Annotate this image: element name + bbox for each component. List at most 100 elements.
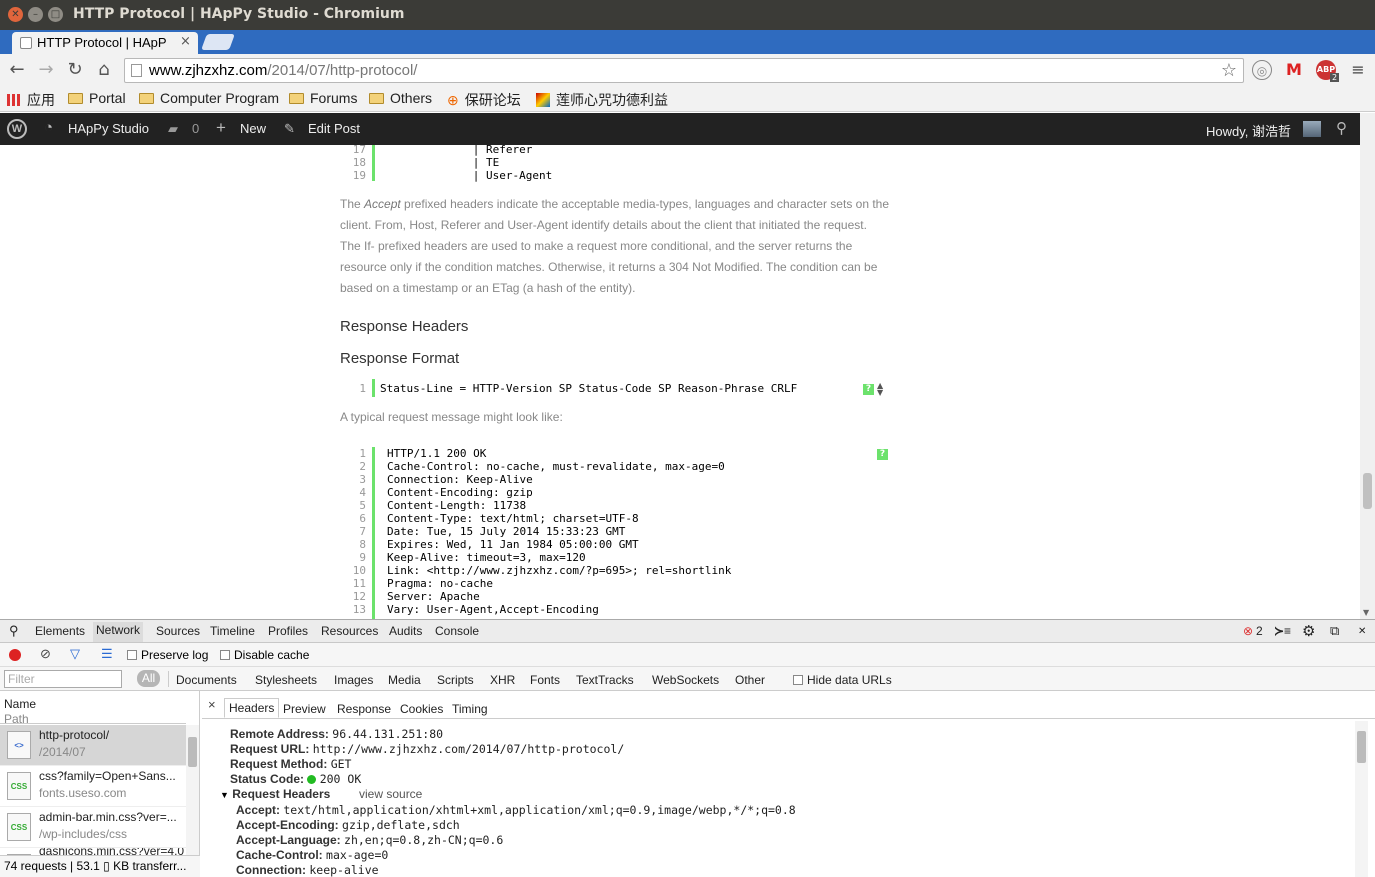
- bookmark-star-icon[interactable]: ☆: [1221, 60, 1237, 81]
- scrollbar-thumb[interactable]: [1363, 473, 1372, 509]
- filter-all-button[interactable]: All: [137, 670, 160, 687]
- comments-icon[interactable]: ▰: [168, 121, 178, 137]
- filter-stylesheets[interactable]: Stylesheets: [255, 673, 317, 687]
- browser-tab[interactable]: HTTP Protocol | HApP ×: [12, 32, 198, 54]
- request-headers-section[interactable]: ▼ Request Headers: [220, 787, 330, 801]
- request-name: css?family=Open+Sans...: [39, 769, 176, 783]
- wp-site-name[interactable]: HApPy Studio: [68, 121, 149, 136]
- bookmark-folder-forums[interactable]: Forums: [289, 90, 357, 106]
- disable-cache-checkbox[interactable]: Disable cache: [220, 648, 309, 662]
- filter-documents[interactable]: Documents: [176, 673, 237, 687]
- window-minimize-button[interactable]: –: [28, 7, 43, 22]
- home-icon[interactable]: ⌂: [93, 59, 115, 80]
- error-icon[interactable]: ⊗: [1243, 624, 1253, 638]
- request-row[interactable]: CSS admin-bar.min.css?ver=... /wp-includes…: [0, 807, 186, 848]
- filter-websockets[interactable]: WebSockets: [652, 673, 719, 687]
- request-list-scrollbar[interactable]: [186, 725, 199, 855]
- tab-profiles[interactable]: Profiles: [268, 624, 308, 638]
- code-line: | User-Agent: [380, 169, 553, 182]
- wordpress-logo-icon[interactable]: W: [7, 119, 27, 139]
- request-row[interactable]: CSS css?family=Open+Sans... fonts.useso.co…: [0, 766, 186, 807]
- tab-headers[interactable]: Headers: [224, 698, 280, 718]
- tab-sources[interactable]: Sources: [156, 624, 200, 638]
- tab-resources[interactable]: Resources: [321, 624, 378, 638]
- filter-icon[interactable]: ▽: [70, 646, 80, 662]
- tab-timeline[interactable]: Timeline: [210, 624, 255, 638]
- bookmark-baoyan[interactable]: ⊕ 保研论坛: [447, 90, 521, 110]
- bookmark-folder-computer-program[interactable]: Computer Program: [139, 90, 279, 106]
- extension-globe-icon[interactable]: ◎: [1252, 60, 1272, 80]
- view-source-link[interactable]: view source: [359, 787, 422, 801]
- address-bar[interactable]: www.zjhzxhz.com/2014/07/http-protocol/ ☆: [124, 58, 1244, 83]
- preserve-log-checkbox[interactable]: Preserve log: [127, 648, 208, 662]
- hide-data-urls-checkbox[interactable]: Hide data URLs: [793, 673, 892, 687]
- scroll-down-arrow-icon[interactable]: ▼: [1363, 608, 1369, 617]
- wordpress-admin-bar: W ◔ HApPy Studio ▰ 0 + New ✎ Edit Post H…: [0, 113, 1360, 145]
- new-tab-button[interactable]: [201, 34, 235, 50]
- tab-elements[interactable]: Elements: [35, 624, 85, 638]
- tab-audits[interactable]: Audits: [389, 624, 422, 638]
- avatar[interactable]: [1303, 121, 1321, 137]
- wp-edit-post-button[interactable]: Edit Post: [308, 121, 360, 136]
- expand-triangle-icon[interactable]: ▼: [220, 790, 229, 800]
- console-drawer-icon[interactable]: ≻≡: [1274, 624, 1291, 638]
- gmail-icon[interactable]: M: [1284, 60, 1304, 80]
- adblock-badge: 2: [1330, 73, 1340, 82]
- document-file-icon: <>: [7, 731, 31, 759]
- code-line: Content-Length: 11738: [387, 499, 527, 512]
- code-help-button[interactable]: ?: [877, 449, 888, 460]
- back-arrow-icon[interactable]: ←: [6, 59, 28, 80]
- record-icon[interactable]: [9, 649, 21, 661]
- tab-response[interactable]: Response: [337, 702, 391, 716]
- window-close-button[interactable]: ✕: [8, 7, 23, 22]
- url-text[interactable]: www.zjhzxhz.com/2014/07/http-protocol/: [149, 62, 417, 79]
- tab-network[interactable]: Network: [93, 622, 144, 642]
- line-number: 4: [359, 486, 366, 499]
- tab-cookies[interactable]: Cookies: [400, 702, 443, 716]
- bookmark-folder-others[interactable]: Others: [369, 90, 432, 106]
- window-maximize-button[interactable]: □: [48, 7, 63, 22]
- wp-new-button[interactable]: New: [240, 121, 266, 136]
- filter-other[interactable]: Other: [735, 673, 765, 687]
- column-name-header[interactable]: Name: [4, 697, 36, 711]
- code-expand-icon[interactable]: ▲ ▼: [877, 382, 883, 397]
- code-line: Content-Type: text/html; charset=UTF-8: [387, 512, 639, 525]
- search-icon[interactable]: ⚲: [1336, 119, 1347, 137]
- scrollbar-thumb[interactable]: [188, 737, 197, 767]
- tab-close-icon[interactable]: ×: [180, 34, 191, 49]
- code-line: Keep-Alive: timeout=3, max=120: [387, 551, 586, 564]
- bookmark-folder-portal[interactable]: Portal: [68, 90, 126, 106]
- line-number: 17: [352, 145, 366, 156]
- tab-timing[interactable]: Timing: [452, 702, 488, 716]
- wp-howdy-user[interactable]: Howdy, 谢浩哲: [1206, 121, 1291, 140]
- code-help-button[interactable]: ?: [863, 384, 874, 395]
- filter-scripts[interactable]: Scripts: [437, 673, 474, 687]
- reload-icon[interactable]: ↻: [64, 59, 86, 80]
- close-devtools-icon[interactable]: ✕: [1358, 626, 1366, 637]
- filter-fonts[interactable]: Fonts: [530, 673, 560, 687]
- comments-count[interactable]: 0: [192, 121, 199, 136]
- page-scrollbar[interactable]: ▼: [1360, 113, 1375, 619]
- dock-icon[interactable]: ⧉: [1330, 623, 1339, 639]
- bookmark-lianshi[interactable]: 莲师心咒功德利益: [536, 90, 668, 110]
- menu-icon[interactable]: ≡: [1348, 60, 1368, 80]
- bookmark-apps[interactable]: 应用: [7, 90, 55, 110]
- tab-preview[interactable]: Preview: [283, 702, 326, 716]
- network-filter-bar: Filter All Documents Stylesheets Images …: [0, 667, 1375, 691]
- request-row[interactable]: <> http-protocol/ /2014/07: [0, 725, 186, 766]
- scrollbar-thumb[interactable]: [1357, 731, 1366, 763]
- header-accept-encoding: Accept-Encoding: gzip,deflate,sdch: [236, 818, 460, 832]
- filter-input[interactable]: Filter: [4, 670, 122, 688]
- list-view-icon[interactable]: ☰: [101, 646, 113, 662]
- filter-texttracks[interactable]: TextTracks: [576, 673, 634, 687]
- inspect-search-icon[interactable]: ⚲: [9, 623, 19, 639]
- filter-media[interactable]: Media: [388, 673, 421, 687]
- tab-console[interactable]: Console: [435, 624, 479, 638]
- filter-xhr[interactable]: XHR: [490, 673, 515, 687]
- detail-scrollbar[interactable]: [1355, 721, 1368, 877]
- clear-icon[interactable]: ⊘: [40, 646, 51, 662]
- gear-icon[interactable]: ⚙: [1302, 622, 1315, 640]
- forward-arrow-icon[interactable]: →: [35, 59, 57, 80]
- filter-images[interactable]: Images: [334, 673, 373, 687]
- error-count[interactable]: 2: [1256, 624, 1263, 638]
